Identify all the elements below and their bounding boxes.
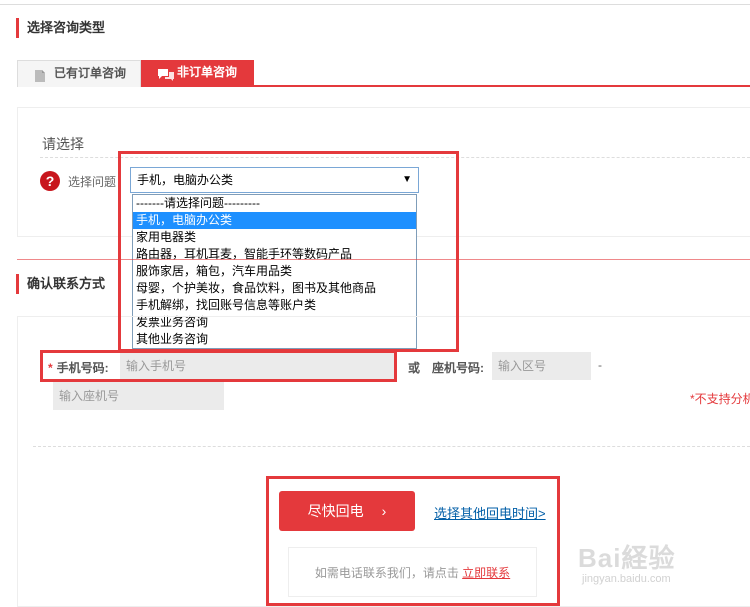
watermark-url: jingyan.baidu.com: [582, 573, 671, 585]
extension-not-supported-note: *不支持分机: [690, 392, 750, 406]
tab-order-consult[interactable]: 已有订单咨询: [17, 60, 141, 87]
consult-tabs: 已有订单咨询 非订单咨询: [17, 60, 750, 87]
tab-non-order-consult[interactable]: 非订单咨询: [141, 60, 254, 87]
landline-label: 座机号码:: [432, 361, 484, 375]
please-select-label: 请选择: [42, 136, 84, 152]
chat-bubbles-icon: [157, 66, 175, 91]
baidu-jingyan-watermark: Bai経验 jingyan.baidu.com: [578, 538, 728, 598]
watermark-logo: Bai経验: [578, 543, 676, 573]
highlight-box-callback: [266, 476, 560, 606]
question-mark-icon: ?: [40, 171, 60, 191]
dashed-divider: [33, 446, 750, 447]
area-code-input[interactable]: 输入区号: [492, 352, 591, 380]
or-label: 或: [408, 361, 421, 375]
tab-label: 非订单咨询: [177, 65, 238, 79]
highlight-box-mobile: [40, 350, 397, 382]
landline-input[interactable]: 输入座机号: [53, 382, 224, 410]
separator: -: [598, 358, 602, 372]
top-divider: [0, 4, 750, 5]
section-title-consult-type: 选择咨询类型: [16, 18, 105, 38]
document-icon: [34, 67, 46, 92]
highlight-box-question: [118, 151, 459, 352]
tab-label: 已有订单咨询: [54, 66, 127, 80]
section-title-contact: 确认联系方式: [16, 274, 105, 294]
